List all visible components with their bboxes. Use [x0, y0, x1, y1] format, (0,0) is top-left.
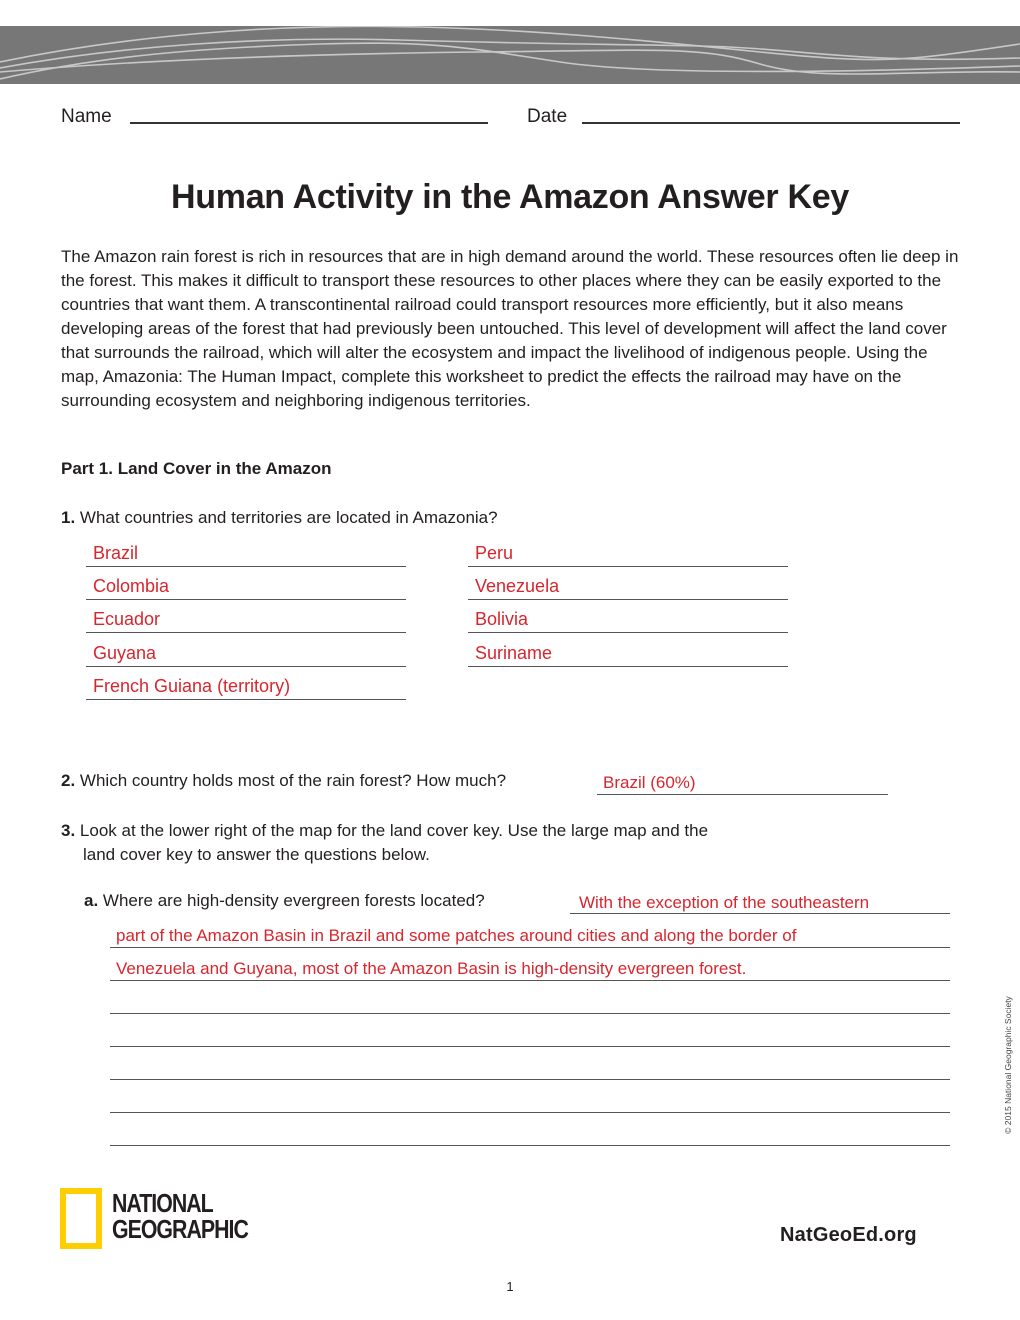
- q1-answer-right-4: Suriname: [475, 643, 553, 663]
- q1-answer-line[interactable]: [468, 666, 788, 667]
- date-field[interactable]: [582, 122, 960, 124]
- intro-paragraph: The Amazon rain forest is rich in resour…: [61, 247, 959, 410]
- question-3-text-line2: land cover key to answer the questions b…: [83, 845, 430, 864]
- blank-answer-line[interactable]: [110, 1046, 950, 1047]
- question-1: 1. What countries and territories are lo…: [61, 508, 498, 528]
- question-3a: a. Where are high-density evergreen fore…: [84, 891, 485, 911]
- logo-line-2: GEOGRAPHIC: [112, 1214, 249, 1244]
- q1-answer-left-5: French Guiana (territory): [93, 676, 291, 696]
- yellow-border-icon: [60, 1188, 102, 1249]
- logo-line-1: NATIONAL: [112, 1188, 214, 1218]
- q1-answer-right-3: Bolivia: [475, 609, 529, 629]
- name-label: Name: [61, 106, 112, 127]
- copyright-notice: © 2015 National Geographic Society: [1003, 996, 1013, 1134]
- q3a-answer-line[interactable]: [110, 980, 950, 981]
- q2-answer: Brazil (60%): [603, 773, 696, 792]
- blank-answer-line[interactable]: [110, 1013, 950, 1014]
- question-2-text: Which country holds most of the rain for…: [79, 771, 507, 790]
- question-3a-text: Where are high-density evergreen forests…: [102, 891, 485, 910]
- q1-answer-line[interactable]: [468, 632, 788, 633]
- question-1-number: 1.: [61, 508, 76, 527]
- q3a-answer-line-2: part of the Amazon Basin in Brazil and s…: [116, 926, 797, 945]
- q1-answer-right-2: Venezuela: [475, 576, 560, 596]
- q1-answer-left-1: Brazil: [93, 543, 139, 563]
- natgeo-logo: [60, 1188, 102, 1249]
- q1-answer-right-1: Peru: [475, 543, 514, 563]
- site-link[interactable]: NatGeoEd.org: [780, 1224, 917, 1247]
- q1-answer-line[interactable]: [86, 699, 406, 700]
- q1-answer-line[interactable]: [86, 599, 406, 600]
- q3a-answer-line-1: With the exception of the southeastern: [579, 893, 870, 912]
- natgeo-wordmark: NATIONAL GEOGRAPHIC: [112, 1188, 249, 1244]
- page-number: 1: [506, 1279, 514, 1294]
- question-3a-letter: a.: [84, 891, 99, 910]
- page-title: Human Activity in the Amazon Answer Key: [171, 178, 849, 216]
- header-banner: [0, 26, 1020, 84]
- q1-answer-line[interactable]: [86, 632, 406, 633]
- q3a-answer-line[interactable]: [570, 913, 950, 914]
- question-2: 2. Which country holds most of the rain …: [61, 771, 506, 791]
- name-field[interactable]: [130, 122, 488, 124]
- q1-answer-line[interactable]: [86, 666, 406, 667]
- blank-answer-line[interactable]: [110, 1112, 950, 1113]
- question-3-text-line1: Look at the lower right of the map for t…: [79, 821, 709, 840]
- blank-answer-line[interactable]: [110, 1079, 950, 1080]
- part1-heading: Part 1. Land Cover in the Amazon: [61, 459, 332, 478]
- question-3-number: 3.: [61, 821, 76, 840]
- q1-answer-left-4: Guyana: [93, 643, 157, 663]
- question-2-number: 2.: [61, 771, 76, 790]
- q2-answer-line[interactable]: [597, 794, 888, 795]
- q1-answer-left-2: Colombia: [93, 576, 170, 596]
- q1-answer-line[interactable]: [468, 566, 788, 567]
- question-3: 3. Look at the lower right of the map fo…: [61, 819, 708, 867]
- wave-lines-decoration: [0, 26, 1020, 80]
- q1-answer-left-3: Ecuador: [93, 609, 161, 629]
- q3a-answer-line[interactable]: [110, 947, 950, 948]
- blank-answer-line[interactable]: [110, 1145, 950, 1146]
- date-label: Date: [527, 106, 568, 127]
- q1-answer-line[interactable]: [468, 599, 788, 600]
- q1-answer-line[interactable]: [86, 566, 406, 567]
- q3a-answer-line-3: Venezuela and Guyana, most of the Amazon…: [116, 959, 747, 978]
- question-1-text: What countries and territories are locat…: [79, 508, 498, 527]
